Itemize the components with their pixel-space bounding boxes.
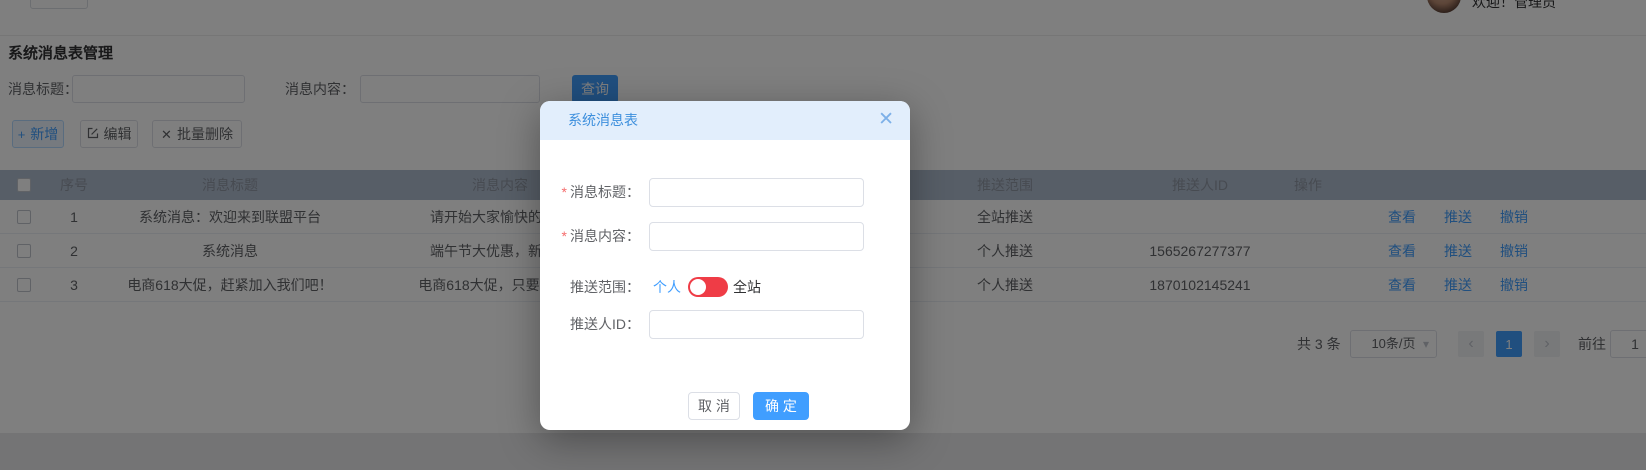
dialog-scope-label: 推送范围： [570, 279, 640, 295]
dialog-title-input[interactable] [649, 178, 864, 207]
dialog-content-input[interactable] [649, 222, 864, 251]
dialog-field-title: * 消息标题： [540, 178, 910, 207]
confirm-button[interactable]: 确 定 [753, 392, 809, 420]
dialog-field-scope: 推送范围： 个人 全站 [540, 273, 910, 301]
dialog-header: 系统消息表 ✕ [540, 101, 910, 140]
dialog-title-label: 消息标题： [570, 184, 640, 200]
toggle-knob [690, 279, 706, 295]
app-window: 欢迎！管理员 系统消息表管理 消息标题： 消息内容： 查询 + 新增 编辑 ✕ … [0, 0, 1646, 470]
dialog-title: 系统消息表 [568, 112, 638, 128]
dialog-field-content: * 消息内容： [540, 222, 910, 251]
scope-option-personal[interactable]: 个人 [653, 273, 681, 301]
dialog-pusher-input[interactable] [649, 310, 864, 339]
cancel-button[interactable]: 取 消 [688, 392, 740, 420]
dialog-content-label: 消息内容： [570, 228, 640, 244]
required-asterisk: * [561, 184, 567, 200]
dialog-field-pusher: 推送人ID： [540, 310, 910, 339]
system-message-dialog: 系统消息表 ✕ * 消息标题： * 消息内容： 推送范围： 个人 全站 推送人ID：… [540, 101, 910, 430]
dialog-pusher-label: 推送人ID： [570, 316, 640, 332]
scope-option-sitewide[interactable]: 全站 [733, 273, 761, 301]
scope-toggle[interactable] [688, 277, 728, 297]
required-asterisk: * [561, 228, 567, 244]
close-icon[interactable]: ✕ [878, 109, 894, 132]
